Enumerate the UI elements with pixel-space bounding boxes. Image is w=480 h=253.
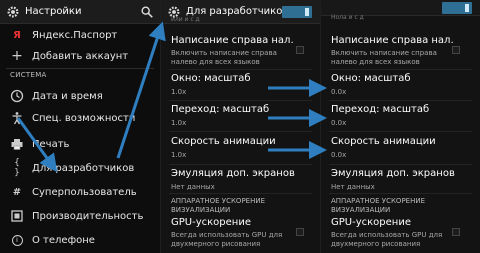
gpu-sub-2: двухмерного рисования: [171, 240, 261, 248]
menu-item-developer[interactable]: { } Для разработчиков: [0, 157, 160, 179]
window-scale-title[interactable]: Окно: масштаб: [331, 73, 411, 84]
animation-scale-value: 0.0x: [331, 151, 347, 159]
developer-title: Для разработчиков: [186, 6, 289, 17]
hw-section-1: АППАРАТНОЕ УСКОРЕНИЕ: [331, 197, 426, 205]
divider: [169, 69, 312, 70]
partial-row: Нола и с д: [331, 14, 364, 21]
window-scale-value: 0.0x: [331, 88, 347, 96]
clock-icon: [10, 89, 24, 103]
section-system: СИСТЕМА: [10, 71, 47, 79]
developer-options-panel-result: Нола и с д Написание справа нал. Включит…: [320, 0, 480, 253]
hw-section-1: АППАРАТНОЕ УСКОРЕНИЕ: [171, 197, 266, 205]
menu-item-label: Производительность: [32, 210, 144, 222]
menu-item-yandex-passport[interactable]: Я Яндекс.Паспорт: [0, 24, 160, 46]
animation-scale-title[interactable]: Скорость анимации: [331, 136, 436, 147]
gpu-title[interactable]: GPU-ускорение: [171, 217, 251, 228]
gpu-sub-1: Всегда использовать GPU для: [171, 231, 283, 239]
animation-scale-value: 1.0x: [171, 151, 187, 159]
plus-icon: +: [11, 48, 23, 64]
divider: [6, 68, 154, 69]
rtl-sub-2: налево для всех языков: [171, 58, 260, 66]
menu-item-label: Спец. возможности: [32, 112, 136, 124]
menu-item-superuser[interactable]: # Суперпользователь: [0, 181, 160, 203]
divider: [169, 193, 312, 194]
accessibility-icon: [12, 112, 22, 125]
gpu-sub-2: двухмерного рисования: [331, 240, 421, 248]
menu-item-label: Дата и время: [32, 90, 103, 102]
gear-icon: [7, 6, 19, 17]
animation-scale-title[interactable]: Скорость анимации: [171, 136, 276, 147]
emulation-value: Нет данных: [171, 183, 215, 191]
superuser-icon: #: [12, 186, 22, 198]
menu-item-add-account[interactable]: + Добавить аккаунт: [0, 45, 160, 67]
menu-item-performance[interactable]: Производительность: [0, 205, 160, 227]
developer-options-panel: Для разработчиков или и с д Написание сп…: [160, 0, 320, 253]
divider: [169, 100, 312, 101]
divider: [329, 164, 472, 165]
divider: [169, 164, 312, 165]
menu-item-label: Печать: [32, 138, 70, 150]
transition-scale-value: 0.0x: [331, 119, 347, 127]
gpu-checkbox[interactable]: [452, 228, 460, 236]
rtl-checkbox[interactable]: [452, 46, 460, 54]
transition-scale-title[interactable]: Переход: масштаб: [171, 104, 269, 115]
code-braces-icon: { }: [14, 158, 20, 178]
gpu-sub-1: Всегда использовать GPU для: [331, 231, 443, 239]
rtl-checkbox[interactable]: [296, 46, 304, 54]
emulation-title[interactable]: Эмуляция доп. экранов: [171, 168, 295, 179]
hw-section-2: ВИЗУАЛИЗАЦИИ: [331, 206, 391, 214]
menu-item-label: Суперпользователь: [32, 186, 137, 198]
menu-item-label: Для разработчиков: [32, 162, 135, 174]
rtl-sub-1: Включить написание справа: [171, 49, 277, 57]
settings-panel: Настройки Я Яндекс.Паспорт + Добавить ак…: [0, 0, 160, 253]
divider: [329, 69, 472, 70]
divider: [329, 131, 472, 132]
window-scale-title[interactable]: Окно: масштаб: [171, 73, 251, 84]
printer-icon: [11, 139, 23, 150]
rtl-sub-2: налево для всех языков: [331, 58, 420, 66]
yandex-passport-icon: Я: [13, 29, 21, 41]
settings-title: Настройки: [25, 6, 82, 17]
hw-section-2: ВИЗУАЛИЗАЦИИ: [171, 206, 231, 214]
menu-item-label: О телефоне: [32, 234, 95, 246]
menu-item-about-phone[interactable]: i О телефоне: [0, 229, 160, 251]
transition-scale-value: 1.0x: [171, 119, 187, 127]
menu-item-label: Яндекс.Паспорт: [32, 29, 118, 41]
rtl-title: Написание справа нал.: [331, 35, 454, 46]
rtl-title: Написание справа нал.: [171, 35, 294, 46]
divider: [169, 131, 312, 132]
emulation-title[interactable]: Эмуляция доп. экранов: [331, 168, 455, 179]
gpu-title[interactable]: GPU-ускорение: [331, 217, 411, 228]
search-icon[interactable]: [140, 5, 154, 19]
emulation-value: Нет данных: [331, 183, 375, 191]
window-scale-value: 1.0x: [171, 88, 187, 96]
partial-row: или и с д: [171, 16, 200, 23]
developer-toggle[interactable]: [442, 2, 472, 14]
gpu-checkbox[interactable]: [296, 228, 304, 236]
developer-toggle[interactable]: [282, 6, 312, 18]
divider: [329, 193, 472, 194]
menu-item-accessibility[interactable]: Спец. возможности: [0, 107, 160, 129]
menu-item-date-time[interactable]: Дата и время: [0, 85, 160, 107]
performance-icon: [11, 210, 23, 222]
divider: [329, 100, 472, 101]
menu-item-print[interactable]: Печать: [0, 133, 160, 155]
info-icon: i: [10, 234, 24, 246]
menu-item-label: Добавить аккаунт: [32, 50, 129, 62]
settings-action-bar: Настройки: [0, 0, 160, 24]
transition-scale-title[interactable]: Переход: масштаб: [331, 104, 429, 115]
rtl-sub-1: Включить написание справа: [331, 49, 437, 57]
